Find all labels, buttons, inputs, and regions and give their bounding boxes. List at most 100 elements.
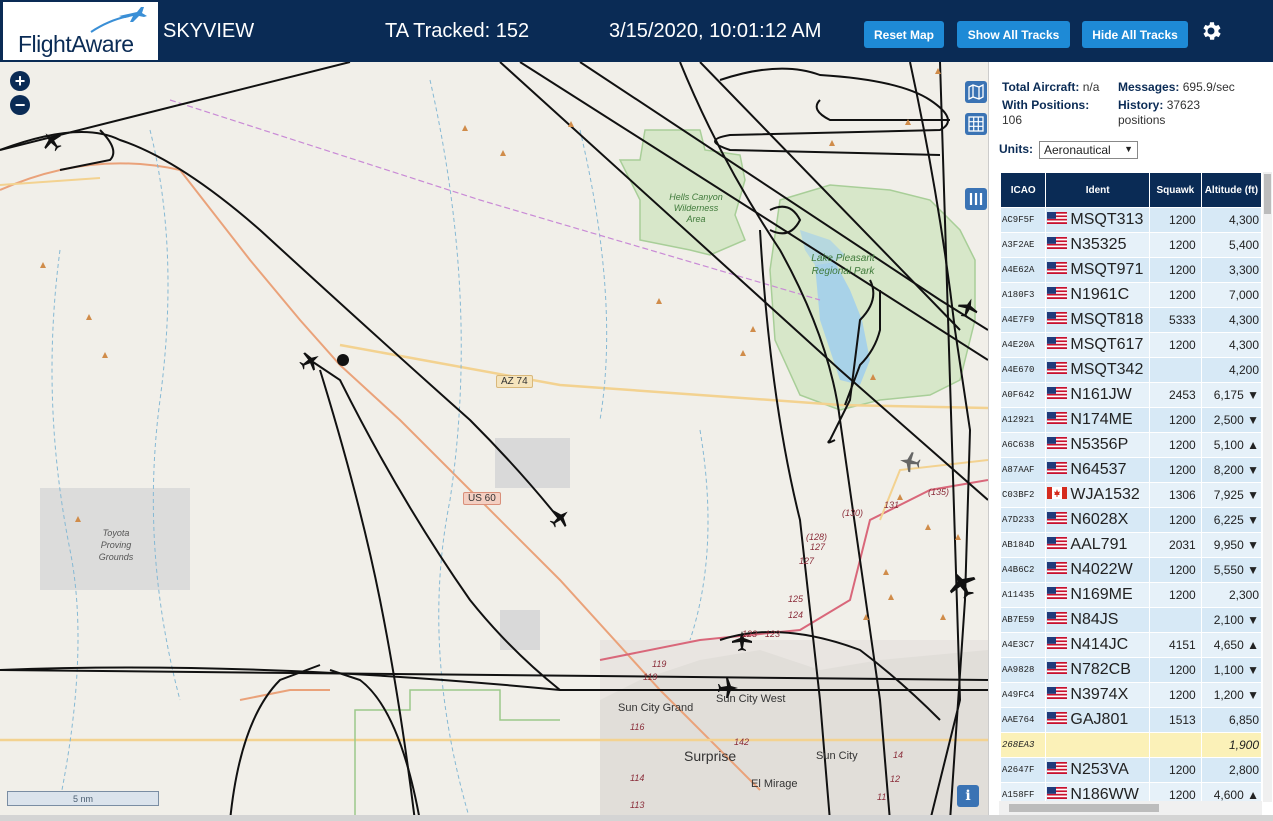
cell-squawk: 1200 (1149, 433, 1201, 457)
table-row[interactable]: A4E3C7 N414JC 4151 4,650 ▲ (1001, 633, 1261, 657)
ident-text: N414JC (1070, 636, 1129, 653)
hide-all-tracks-button[interactable]: Hide All Tracks (1082, 21, 1188, 48)
cell-ident: WJA1532 (1046, 483, 1149, 507)
cell-altitude: 6,225 ▼ (1201, 508, 1261, 532)
cell-altitude: 2,500 ▼ (1201, 408, 1261, 432)
grid-toggle-button[interactable] (965, 113, 987, 135)
label-surprise: Surprise (684, 748, 737, 764)
cell-altitude: 7,000 (1201, 283, 1261, 307)
ident-text: N3974X (1070, 686, 1129, 703)
cell-ident: N161JW (1046, 383, 1149, 407)
cell-altitude: 7,925 ▼ (1201, 483, 1261, 507)
table-row[interactable]: A4E62A MSQT971 1200 3,300 (1001, 258, 1261, 282)
cell-icao: A11435 (1001, 583, 1046, 607)
table-row[interactable]: A87AAF N64537 1200 8,200 ▼ (1001, 458, 1261, 482)
table-row[interactable]: A2647F N253VA 1200 2,800 (1001, 758, 1261, 782)
cell-squawk: 1200 (1149, 758, 1201, 782)
table-row[interactable]: AA9828 N782CB 1200 1,100 ▼ (1001, 658, 1261, 682)
table-row[interactable]: A7D233 N6028X 1200 6,225 ▼ (1001, 508, 1261, 532)
grid-icon (968, 116, 984, 132)
with-positions-stat: With Positions: 106 (1002, 98, 1089, 128)
table-row[interactable]: AAE764 GAJ801 1513 6,850 (1001, 708, 1261, 732)
road-14: 14 (893, 750, 904, 760)
cell-squawk (1149, 358, 1201, 382)
reset-map-button[interactable]: Reset Map (864, 21, 944, 48)
cell-icao: A4E7F9 (1001, 308, 1046, 332)
cell-icao: A4E20A (1001, 333, 1046, 357)
road-11: 11 (877, 792, 887, 802)
us-flag-icon (1047, 311, 1068, 324)
info-button[interactable]: i (957, 785, 979, 807)
scrollbar-thumb[interactable] (1264, 174, 1271, 214)
road-114: 114 (630, 773, 645, 783)
table-row[interactable]: A49FC4 N3974X 1200 1,200 ▼ (1001, 683, 1261, 707)
zoom-out-button[interactable]: − (10, 95, 30, 115)
cell-altitude: 1,900 (1201, 733, 1261, 757)
label-el-mirage: El Mirage (751, 778, 798, 790)
cell-icao: A49FC4 (1001, 683, 1046, 707)
table-row[interactable]: A3F2AE N35325 1200 5,400 (1001, 233, 1261, 257)
table-row[interactable]: AB7E59 N84JS 2,100 ▼ (1001, 608, 1261, 632)
table-row[interactable]: A4E7F9 MSQT818 5333 4,300 (1001, 308, 1261, 332)
map-canvas[interactable] (0, 62, 988, 821)
us-flag-icon (1047, 686, 1068, 699)
cell-icao: 268EA3 (1001, 733, 1046, 757)
map-area[interactable]: Hells Canyon Wilderness Area Lake Pleasa… (0, 62, 988, 821)
scrollbar-thumb[interactable] (1009, 804, 1159, 812)
table-row[interactable]: A0F642 N161JW 2453 6,175 ▼ (1001, 383, 1261, 407)
map-layer-button[interactable] (965, 81, 987, 103)
ident-text: MSQT313 (1070, 211, 1144, 228)
history-value: 37623 (1166, 98, 1201, 112)
table-row[interactable]: C03BF2 WJA1532 1306 7,925 ▼ (1001, 483, 1261, 507)
cell-altitude: 5,550 ▼ (1201, 558, 1261, 582)
table-row[interactable]: AB184D AAL791 2031 9,950 ▼ (1001, 533, 1261, 557)
us-flag-icon (1047, 236, 1068, 249)
cell-squawk: 4151 (1149, 633, 1201, 657)
table-row[interactable]: A4B6C2 N4022W 1200 5,550 ▼ (1001, 558, 1261, 582)
cell-ident: N84JS (1046, 608, 1149, 632)
units-select[interactable]: Aeronautical ▼ (1039, 141, 1138, 159)
table-row[interactable]: 268EA3 1,900 (1001, 733, 1261, 757)
cell-squawk: 1200 (1149, 508, 1201, 532)
col-icao[interactable]: ICAO (1001, 173, 1046, 207)
aircraft-table: ICAO Ident Squawk Altitude (ft) AC9F5F MS… (1000, 172, 1262, 808)
table-row[interactable]: A6C638 N5356P 1200 5,100 ▲ (1001, 433, 1261, 457)
horizontal-scrollbar[interactable] (999, 801, 1262, 815)
flightaware-logo[interactable]: FlightAware (3, 2, 158, 60)
table-row[interactable]: A4E670 MSQT342 4,200 (1001, 358, 1261, 382)
cell-squawk: 1200 (1149, 208, 1201, 232)
cell-squawk: 1200 (1149, 283, 1201, 307)
road-119b: 119 (643, 672, 658, 682)
road-123a: 123 (742, 629, 758, 639)
table-row[interactable]: AC9F5F MSQT313 1200 4,300 (1001, 208, 1261, 232)
gear-icon[interactable] (1199, 19, 1223, 43)
ident-text: N1961C (1070, 286, 1130, 303)
column-toggle-button[interactable] (965, 188, 987, 210)
road-124: 124 (788, 610, 804, 620)
col-altitude[interactable]: Altitude (ft) (1201, 173, 1261, 207)
cell-altitude: 8,200 ▼ (1201, 458, 1261, 482)
cell-squawk: 1200 (1149, 583, 1201, 607)
site-name: SKYVIEW (163, 20, 255, 42)
cell-ident: MSQT617 (1046, 333, 1149, 357)
tracked-count: TA Tracked: 152 (385, 20, 530, 42)
cell-squawk: 1306 (1149, 483, 1201, 507)
vertical-scrollbar[interactable] (1263, 172, 1272, 802)
col-ident[interactable]: Ident (1046, 173, 1149, 207)
table-row[interactable]: A180F3 N1961C 1200 7,000 (1001, 283, 1261, 307)
us-flag-icon (1047, 361, 1068, 374)
cell-altitude: 1,100 ▼ (1201, 658, 1261, 682)
zoom-in-button[interactable]: + (10, 71, 30, 91)
cell-squawk: 5333 (1149, 308, 1201, 332)
ident-text: MSQT617 (1070, 336, 1144, 353)
col-squawk[interactable]: Squawk (1149, 173, 1201, 207)
table-row[interactable]: A11435 N169ME 1200 2,300 (1001, 583, 1261, 607)
show-all-tracks-button[interactable]: Show All Tracks (957, 21, 1070, 48)
table-row[interactable]: A12921 N174ME 1200 2,500 ▼ (1001, 408, 1261, 432)
us-flag-icon (1047, 561, 1068, 574)
table-row[interactable]: A4E20A MSQT617 1200 4,300 (1001, 333, 1261, 357)
road-127a: 127 (810, 542, 826, 552)
label-hells-canyon: Hells Canyon Wilderness Area (669, 192, 723, 224)
us-flag-icon (1047, 636, 1068, 649)
cell-ident: N782CB (1046, 658, 1149, 682)
